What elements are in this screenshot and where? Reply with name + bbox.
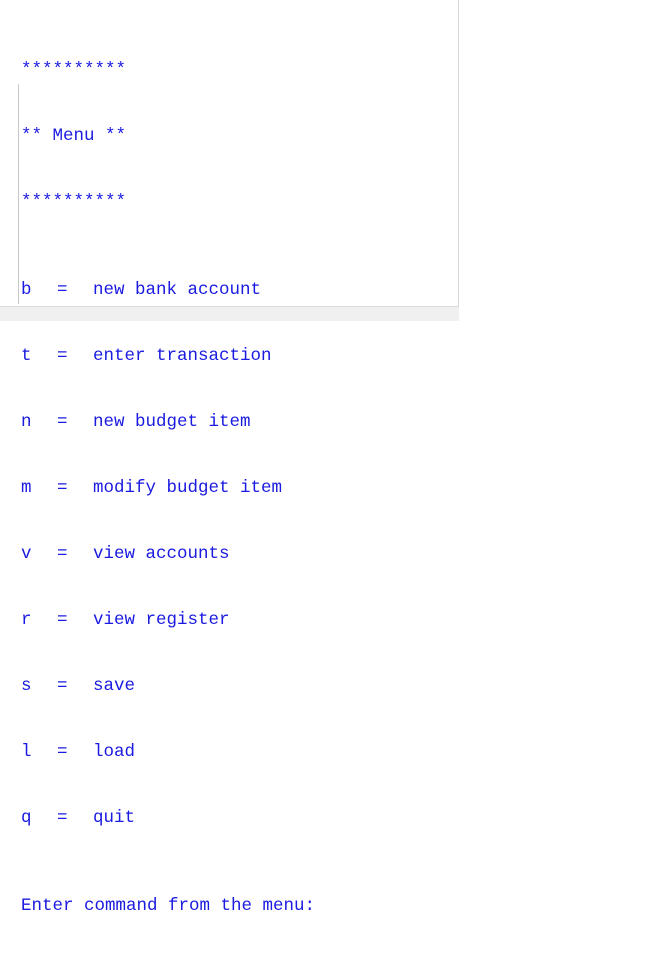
menu-item-key: n <box>21 412 32 432</box>
menu-item-label: enter transaction <box>93 346 272 366</box>
menu-item-separator: = <box>57 742 68 762</box>
menu-item: m = modify budget item <box>21 477 315 499</box>
menu-item: l = load <box>21 741 315 763</box>
menu-item-key: s <box>21 676 32 696</box>
menu-item-separator: = <box>57 412 68 432</box>
menu-item-key: b <box>21 280 32 300</box>
menu-stars-bottom: ********** <box>21 192 127 212</box>
console-text: ********** ** Menu ** ********** b = new b… <box>21 15 315 961</box>
menu-item-key: t <box>21 346 32 366</box>
menu-item-separator: = <box>57 346 68 366</box>
menu-item: v = view accounts <box>21 543 315 565</box>
menu-item-key: l <box>21 742 32 762</box>
menu-item-separator: = <box>57 808 68 828</box>
menu-item: n = new budget item <box>21 411 315 433</box>
menu-item-separator: = <box>57 280 68 300</box>
menu-item-label: new budget item <box>93 412 251 432</box>
console-gutter <box>0 0 19 306</box>
menu-item: r = view register <box>21 609 315 631</box>
console-left-border <box>18 84 19 304</box>
horizontal-scrollbar[interactable] <box>0 306 459 321</box>
menu-item-key: r <box>21 610 32 630</box>
menu-item-separator: = <box>57 610 68 630</box>
menu-item: s = save <box>21 675 315 697</box>
menu-item-separator: = <box>57 544 68 564</box>
menu-item-key: v <box>21 544 32 564</box>
menu-item-label: save <box>93 676 136 696</box>
menu-item-label: load <box>93 742 136 762</box>
menu-stars-top: ********** <box>21 60 127 80</box>
console-output-panel: ********** ** Menu ** ********** b = new b… <box>0 0 459 916</box>
menu-item-label: modify budget item <box>93 478 283 498</box>
menu-item-key: m <box>21 478 32 498</box>
menu-item: b = new bank account <box>21 279 315 301</box>
menu-item-separator: = <box>57 676 68 696</box>
menu-item: q = quit <box>21 807 315 829</box>
menu-item-label: view accounts <box>93 544 230 564</box>
menu-item-label: new bank account <box>93 280 262 300</box>
menu-item-key: q <box>21 808 32 828</box>
menu-item-label: quit <box>93 808 136 828</box>
menu-title: ** Menu ** <box>21 126 127 146</box>
menu-item-separator: = <box>57 478 68 498</box>
command-prompt[interactable]: Enter command from the menu: <box>21 895 315 917</box>
menu-item: t = enter transaction <box>21 345 315 367</box>
menu-item-label: view register <box>93 610 230 630</box>
